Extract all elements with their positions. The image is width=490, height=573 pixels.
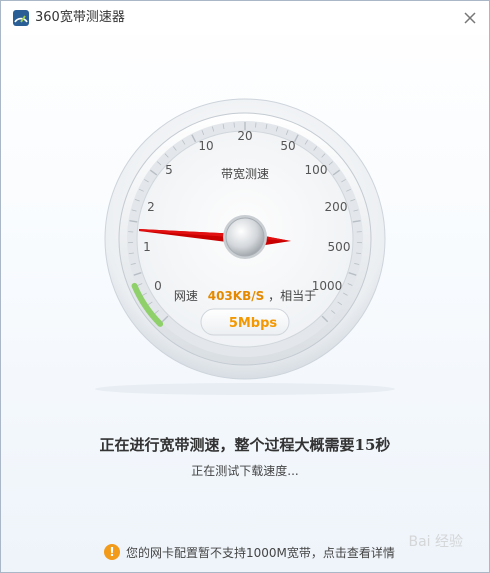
speed-gauge: 0 1 2 5 10 20 50 100 200 500 1000 带宽测速 网… bbox=[1, 41, 489, 401]
scale-label-20: 20 bbox=[237, 129, 252, 143]
scale-label-2: 2 bbox=[147, 200, 155, 214]
watermark: Bai 经验 bbox=[408, 534, 463, 550]
speed-readout: 网速 403KB/S ，相当于 bbox=[174, 289, 316, 303]
scale-label-50: 50 bbox=[280, 139, 295, 153]
app-logo-icon bbox=[13, 10, 29, 26]
speed-prefix: 网速 bbox=[174, 289, 198, 303]
notice-text: 您的网卡配置暂不支持1000M宽带，点击查看详情 bbox=[126, 545, 395, 560]
speed-value: 403KB/S bbox=[208, 289, 265, 303]
scale-label-1000: 1000 bbox=[312, 279, 343, 293]
gauge-shadow bbox=[95, 383, 395, 395]
window-title: 360宽带测速器 bbox=[35, 10, 125, 25]
sub-status: 正在测试下载速度... bbox=[191, 464, 299, 478]
title-bar[interactable]: 360宽带测速器 bbox=[1, 1, 489, 35]
scale-label-10: 10 bbox=[198, 139, 213, 153]
scale-label-5: 5 bbox=[165, 163, 173, 177]
scale-label-200: 200 bbox=[325, 200, 348, 214]
mbps-value: 5Mbps bbox=[229, 316, 278, 331]
scale-label-0: 0 bbox=[154, 279, 162, 293]
speed-test-window: 360宽带测速器 0 1 2 5 10 20 50 100 200 500 10… bbox=[0, 0, 490, 573]
scale-label-500: 500 bbox=[328, 240, 351, 254]
gauge-title: 带宽测速 bbox=[221, 166, 269, 181]
main-status: 正在进行宽带测速，整个过程大概需要15秒 bbox=[99, 436, 391, 454]
close-button[interactable] bbox=[459, 7, 481, 29]
nic-notice-link[interactable]: ! 您的网卡配置暂不支持1000M宽带，点击查看详情 bbox=[104, 543, 395, 561]
close-icon bbox=[464, 12, 476, 24]
scale-label-100: 100 bbox=[305, 163, 328, 177]
speed-suffix: ，相当于 bbox=[268, 289, 316, 303]
needle-hub bbox=[225, 217, 265, 257]
scale-label-1: 1 bbox=[143, 240, 151, 254]
warning-icon: ! bbox=[104, 544, 120, 560]
